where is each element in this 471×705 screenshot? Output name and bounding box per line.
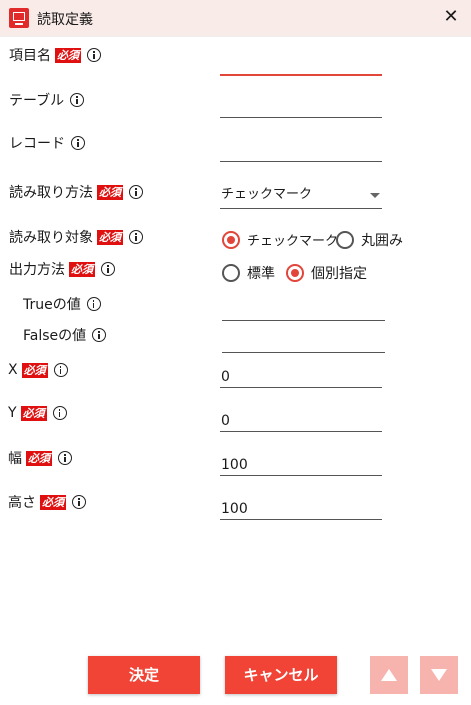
read-target-label: 読み取り対象	[9, 230, 93, 246]
required-badge: 必須	[97, 184, 123, 200]
required-badge: 必須	[20, 405, 47, 421]
info-icon[interactable]	[72, 495, 86, 509]
height-label: 高さ	[8, 495, 36, 511]
read-method-select[interactable]: チェックマーク	[220, 186, 382, 209]
required-badge: 必須	[26, 450, 52, 466]
true-value-label: Trueの値	[23, 297, 81, 313]
radio-individual[interactable]: 個別指定	[286, 263, 367, 283]
radio-standard-label: 標準	[247, 266, 275, 282]
ok-button[interactable]: 決定	[88, 656, 200, 694]
radio-individual-label: 個別指定	[311, 266, 367, 282]
x-input[interactable]: 0	[220, 368, 382, 388]
true-value-input[interactable]	[222, 301, 385, 321]
record-label: レコード	[9, 136, 65, 152]
info-icon[interactable]	[52, 406, 67, 420]
read-method-label: 読み取り方法	[9, 185, 93, 201]
move-down-button[interactable]	[420, 656, 458, 694]
false-value-label: Falseの値	[23, 328, 87, 344]
radio-checkmark[interactable]: チェックマーク	[222, 230, 338, 249]
info-icon[interactable]	[129, 230, 143, 244]
radio-selected-icon	[222, 230, 240, 249]
false-value-row: Falseの値	[23, 325, 107, 345]
cancel-button[interactable]: キャンセル	[225, 656, 337, 694]
read-method-value: チェックマーク	[221, 187, 313, 202]
arrow-up-icon	[381, 669, 397, 681]
height-input[interactable]: 100	[220, 500, 382, 520]
x-label: X	[8, 362, 18, 378]
required-badge: 必須	[40, 494, 66, 510]
item-name-label: 項目名	[9, 48, 51, 64]
table-input[interactable]	[220, 98, 382, 118]
output-method-row: 出力方法 必須	[9, 259, 115, 279]
window-title: 読取定義	[37, 12, 93, 28]
height-row: 高さ 必須	[8, 492, 86, 512]
width-input[interactable]: 100	[220, 456, 382, 476]
table-row: テーブル	[9, 90, 85, 110]
info-icon[interactable]	[53, 363, 68, 377]
chevron-down-icon	[370, 193, 380, 198]
move-up-button[interactable]	[370, 656, 408, 694]
app-icon	[9, 8, 29, 28]
info-icon[interactable]	[70, 93, 85, 107]
required-badge: 必須	[69, 261, 95, 277]
radio-selected-icon	[286, 264, 304, 282]
table-label: テーブル	[9, 93, 65, 109]
record-input[interactable]	[220, 142, 382, 162]
arrow-down-icon	[431, 669, 447, 681]
y-input[interactable]: 0	[220, 412, 382, 432]
radio-checkmark-label: チェックマーク	[247, 234, 339, 249]
y-row: Y 必須	[8, 403, 67, 423]
width-label: 幅	[8, 451, 22, 467]
true-value-row: Trueの値	[23, 294, 101, 314]
info-icon[interactable]	[71, 136, 85, 150]
width-row: 幅 必須	[8, 448, 72, 468]
radio-standard[interactable]: 標準	[222, 263, 275, 283]
radio-circle-label: 丸囲み	[361, 233, 403, 249]
item-name-row: 項目名 必須	[9, 45, 101, 65]
required-badge: 必須	[97, 229, 123, 245]
close-icon[interactable]: ✕	[440, 6, 462, 28]
read-method-row: 読み取り方法 必須	[9, 182, 143, 202]
radio-circle[interactable]: 丸囲み	[336, 230, 403, 250]
required-badge: 必須	[55, 47, 81, 63]
title-bar: 読取定義 ✕	[0, 0, 471, 37]
x-row: X 必須	[8, 360, 68, 380]
radio-unselected-icon	[336, 231, 354, 249]
info-icon[interactable]	[101, 262, 115, 276]
false-value-input[interactable]	[222, 333, 385, 353]
record-row: レコード	[9, 133, 85, 153]
item-name-input[interactable]	[220, 56, 382, 76]
info-icon[interactable]	[129, 185, 143, 199]
info-icon[interactable]	[86, 297, 101, 311]
required-badge: 必須	[21, 362, 48, 378]
info-icon[interactable]	[58, 451, 72, 465]
info-icon[interactable]	[87, 48, 101, 62]
y-label: Y	[8, 405, 17, 421]
info-icon[interactable]	[92, 328, 107, 342]
output-method-label: 出力方法	[9, 262, 65, 278]
radio-unselected-icon	[222, 264, 240, 282]
read-target-row: 読み取り対象 必須	[9, 227, 143, 247]
